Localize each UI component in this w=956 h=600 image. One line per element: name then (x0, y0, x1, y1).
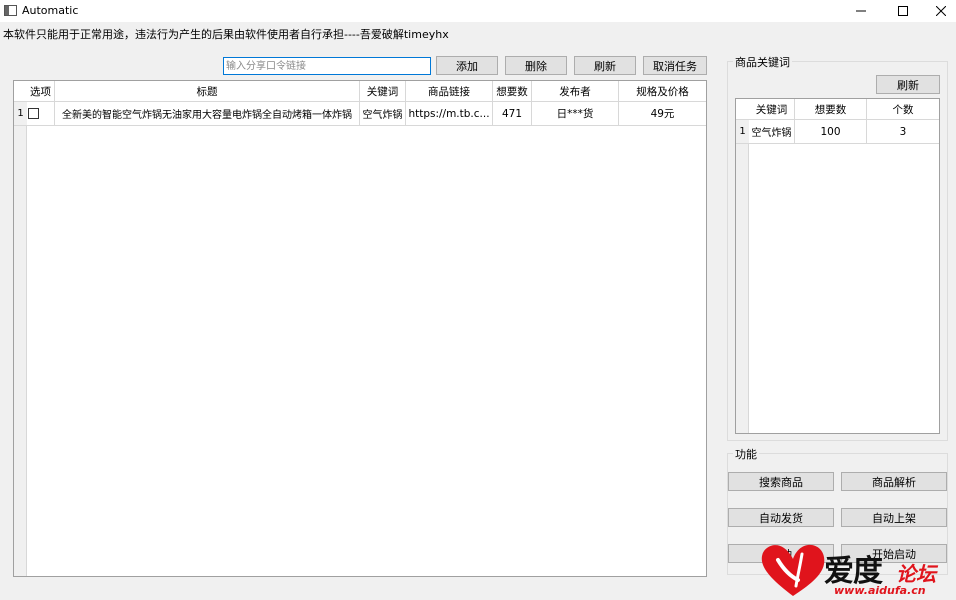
row-number: 1 (736, 120, 749, 143)
auto-ship-button[interactable]: 自动发货 (728, 508, 834, 527)
kw-row-header-strip (736, 120, 749, 433)
delete-button[interactable]: 删除 (505, 56, 567, 75)
start-button[interactable]: 开始启动 (841, 544, 947, 563)
title-bar: Automatic (0, 0, 956, 22)
refresh-button[interactable]: 刷新 (574, 56, 636, 75)
parse-product-button[interactable]: 商品解析 (841, 472, 947, 491)
minimize-icon (856, 10, 866, 12)
add-button[interactable]: 添加 (436, 56, 498, 75)
kw-wants-cell: 100 (795, 120, 867, 143)
table-row[interactable]: 1 全新美的智能空气炸锅无油家用大容量电炸锅全自动烤箱一体炸锅 空气炸锅 htt… (14, 102, 706, 126)
link-cell: https://m.tb.c... (406, 102, 493, 125)
header-link[interactable]: 商品链接 (406, 81, 493, 101)
kw-header-count[interactable]: 个数 (867, 99, 939, 119)
header-title[interactable]: 标题 (55, 81, 360, 101)
table-row[interactable]: 1 空气炸锅 100 3 (736, 120, 939, 144)
auto-list-button[interactable]: 自动上架 (841, 508, 947, 527)
title-cell: 全新美的智能空气炸锅无油家用大容量电炸锅全自动烤箱一体炸锅 (55, 102, 360, 125)
price-cell: 49元 (650, 108, 675, 120)
kw-header-keyword[interactable]: 关键词 (749, 99, 795, 119)
watermark-url: www.aidufa.cn (834, 584, 926, 597)
keyword-cell: 空气炸锅 (360, 102, 406, 125)
keyword-table[interactable]: 关键词 想要数 个数 1 空气炸锅 100 3 (735, 98, 940, 434)
header-wants[interactable]: 想要数 (493, 81, 532, 101)
maximize-icon (898, 6, 908, 16)
kw-header-wants[interactable]: 想要数 (795, 99, 867, 119)
row-checkbox[interactable] (28, 108, 39, 119)
disclaimer-text: 本软件只能用于正常用途，违法行为产生的后果由软件使用者自行承担----吾爱破解t… (3, 28, 449, 41)
header-option[interactable]: 选项 (27, 81, 55, 101)
share-link-input[interactable] (223, 57, 431, 75)
search-products-button[interactable]: 搜索商品 (728, 472, 834, 491)
kw-count-cell: 3 (899, 125, 907, 138)
keyword-group-title: 商品关键词 (733, 54, 792, 70)
function-group-title: 功能 (733, 446, 759, 462)
window-title: Automatic (22, 4, 79, 17)
option-cell (27, 102, 55, 125)
header-keyword[interactable]: 关键词 (360, 81, 406, 101)
close-button[interactable] (918, 0, 956, 22)
keyword-table-header: 关键词 想要数 个数 (736, 99, 939, 120)
header-price[interactable]: 规格及价格 (619, 81, 706, 101)
product-table[interactable]: 选项 标题 关键词 商品链接 想要数 发布者 规格及价格 1 全新美的智能空气炸… (13, 80, 707, 577)
close-icon (936, 6, 946, 16)
wants-cell: 471 (493, 102, 532, 125)
minimize-button[interactable] (838, 0, 884, 22)
publisher-cell: 日***货 (532, 102, 619, 125)
table-header: 选项 标题 关键词 商品链接 想要数 发布者 规格及价格 (14, 81, 706, 102)
row-number: 1 (14, 102, 27, 125)
cancel-task-button[interactable]: 取消任务 (643, 56, 707, 75)
app-icon (4, 5, 17, 16)
header-publisher[interactable]: 发布者 (532, 81, 619, 101)
auto-button[interactable]: 自动 (728, 544, 834, 563)
row-header-strip (14, 102, 27, 576)
keyword-refresh-button[interactable]: 刷新 (876, 75, 940, 94)
kw-keyword-cell: 空气炸锅 (749, 120, 795, 143)
